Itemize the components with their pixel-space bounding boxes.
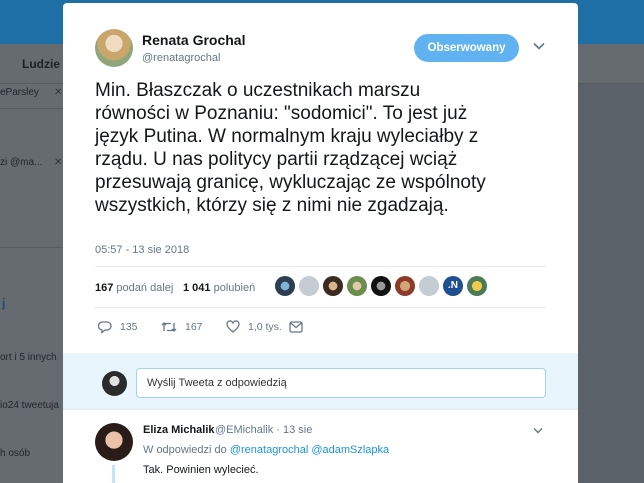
liker-avatar[interactable] bbox=[467, 276, 487, 296]
reply-input[interactable]: Wyślij Tweeta z odpowiedzią bbox=[136, 368, 546, 398]
author-name[interactable]: Renata Grochal bbox=[142, 32, 245, 48]
retweets-stat[interactable]: 167 podań dalej bbox=[95, 282, 173, 294]
liker-avatar[interactable] bbox=[299, 276, 319, 296]
chevron-down-icon[interactable] bbox=[533, 427, 543, 434]
background-close-icon: ✕ bbox=[54, 157, 63, 168]
in-reply-to: W odpowiedzi do @renatagrochal @adamSzla… bbox=[143, 444, 389, 456]
reply-icon bbox=[98, 321, 112, 334]
reply-divider bbox=[63, 409, 578, 410]
liker-avatar[interactable] bbox=[347, 276, 367, 296]
stats-top-divider bbox=[95, 266, 546, 267]
liker-avatar[interactable] bbox=[323, 276, 343, 296]
envelope-icon bbox=[289, 321, 303, 333]
like-count: 1,0 tys. bbox=[248, 321, 282, 333]
background-close-icon: ✕ bbox=[54, 87, 63, 98]
like-action[interactable]: 1,0 tys. bbox=[226, 319, 282, 335]
background-left-column bbox=[0, 84, 64, 483]
background-left-item: io24 tweetuja bbox=[0, 400, 59, 411]
current-user-avatar bbox=[102, 371, 127, 396]
reply-count: 135 bbox=[120, 321, 138, 333]
background-divider bbox=[0, 247, 64, 248]
author-avatar[interactable] bbox=[95, 29, 133, 67]
tweet-text-line: równości w Poznaniu: "sodomici". To jest… bbox=[95, 103, 468, 124]
retweet-icon bbox=[161, 322, 177, 332]
tweet-text: Min. Błaszczak o uczestnikach marszu rów… bbox=[95, 79, 555, 217]
mention-link[interactable]: @renatagrochal bbox=[230, 444, 308, 456]
background-divider bbox=[0, 108, 64, 109]
mention-link[interactable]: @adamSzlapka bbox=[311, 444, 389, 456]
liker-avatar[interactable] bbox=[419, 276, 439, 296]
tweet-text-line: język Putina. W normalnym kraju wyleciał… bbox=[95, 126, 479, 147]
liker-avatar[interactable] bbox=[275, 276, 295, 296]
retweets-count: 167 bbox=[95, 282, 114, 294]
retweets-label: podań dalej bbox=[116, 282, 174, 294]
likes-count: 1 041 bbox=[183, 282, 211, 294]
reply-text: Tak. Powinien wylecieć. bbox=[143, 464, 259, 476]
stats-bottom-divider bbox=[95, 307, 546, 308]
likes-stat[interactable]: 1 041 polubień bbox=[183, 282, 255, 294]
background-left-item: eParsley bbox=[0, 87, 39, 98]
liker-avatar[interactable]: .N bbox=[443, 276, 463, 296]
background-nav-people: Ludzie bbox=[22, 57, 60, 71]
reply-author-avatar[interactable] bbox=[95, 423, 133, 461]
likes-label: polubień bbox=[213, 282, 256, 294]
background-right-column bbox=[578, 84, 644, 483]
direct-message-action[interactable] bbox=[289, 319, 311, 335]
tweet-modal: Renata Grochal @renatagrochal Obserwowan… bbox=[63, 3, 578, 483]
background-left-item: h osób bbox=[0, 448, 31, 459]
following-button[interactable]: Obserwowany bbox=[414, 34, 519, 62]
liker-avatar[interactable] bbox=[371, 276, 391, 296]
tweet-text-line: Min. Błaszczak o uczestnikach marszu bbox=[95, 80, 421, 101]
reply-author-name[interactable]: Eliza Michalik bbox=[143, 424, 215, 436]
chevron-down-icon[interactable] bbox=[533, 42, 545, 50]
thread-line bbox=[112, 465, 115, 483]
reply-author-meta[interactable]: @EMichalik · 13 sie bbox=[215, 424, 312, 436]
heart-icon bbox=[226, 320, 240, 333]
tweet-text-line: wszystkich, którzy się z nimi nie zgadza… bbox=[95, 195, 449, 216]
tweet-timestamp[interactable]: 05:57 - 13 sie 2018 bbox=[95, 244, 189, 256]
reply-action[interactable]: 135 bbox=[98, 319, 138, 335]
background-left-item: j bbox=[2, 296, 6, 310]
in-reply-prefix: W odpowiedzi do bbox=[143, 444, 227, 456]
background-left-item: zi @ma... bbox=[0, 157, 43, 168]
tweet-text-line: przesuwają granicę, wykluczając ze wspól… bbox=[95, 172, 486, 193]
liker-avatar[interactable] bbox=[395, 276, 415, 296]
author-handle[interactable]: @renatagrochal bbox=[142, 52, 220, 64]
retweet-action[interactable]: 167 bbox=[161, 319, 203, 335]
background-left-item: ort i 5 innych bbox=[0, 352, 57, 363]
tweet-text-line: rządu. U nas politycy partii rządzącej w… bbox=[95, 149, 458, 170]
retweet-count: 167 bbox=[185, 321, 203, 333]
